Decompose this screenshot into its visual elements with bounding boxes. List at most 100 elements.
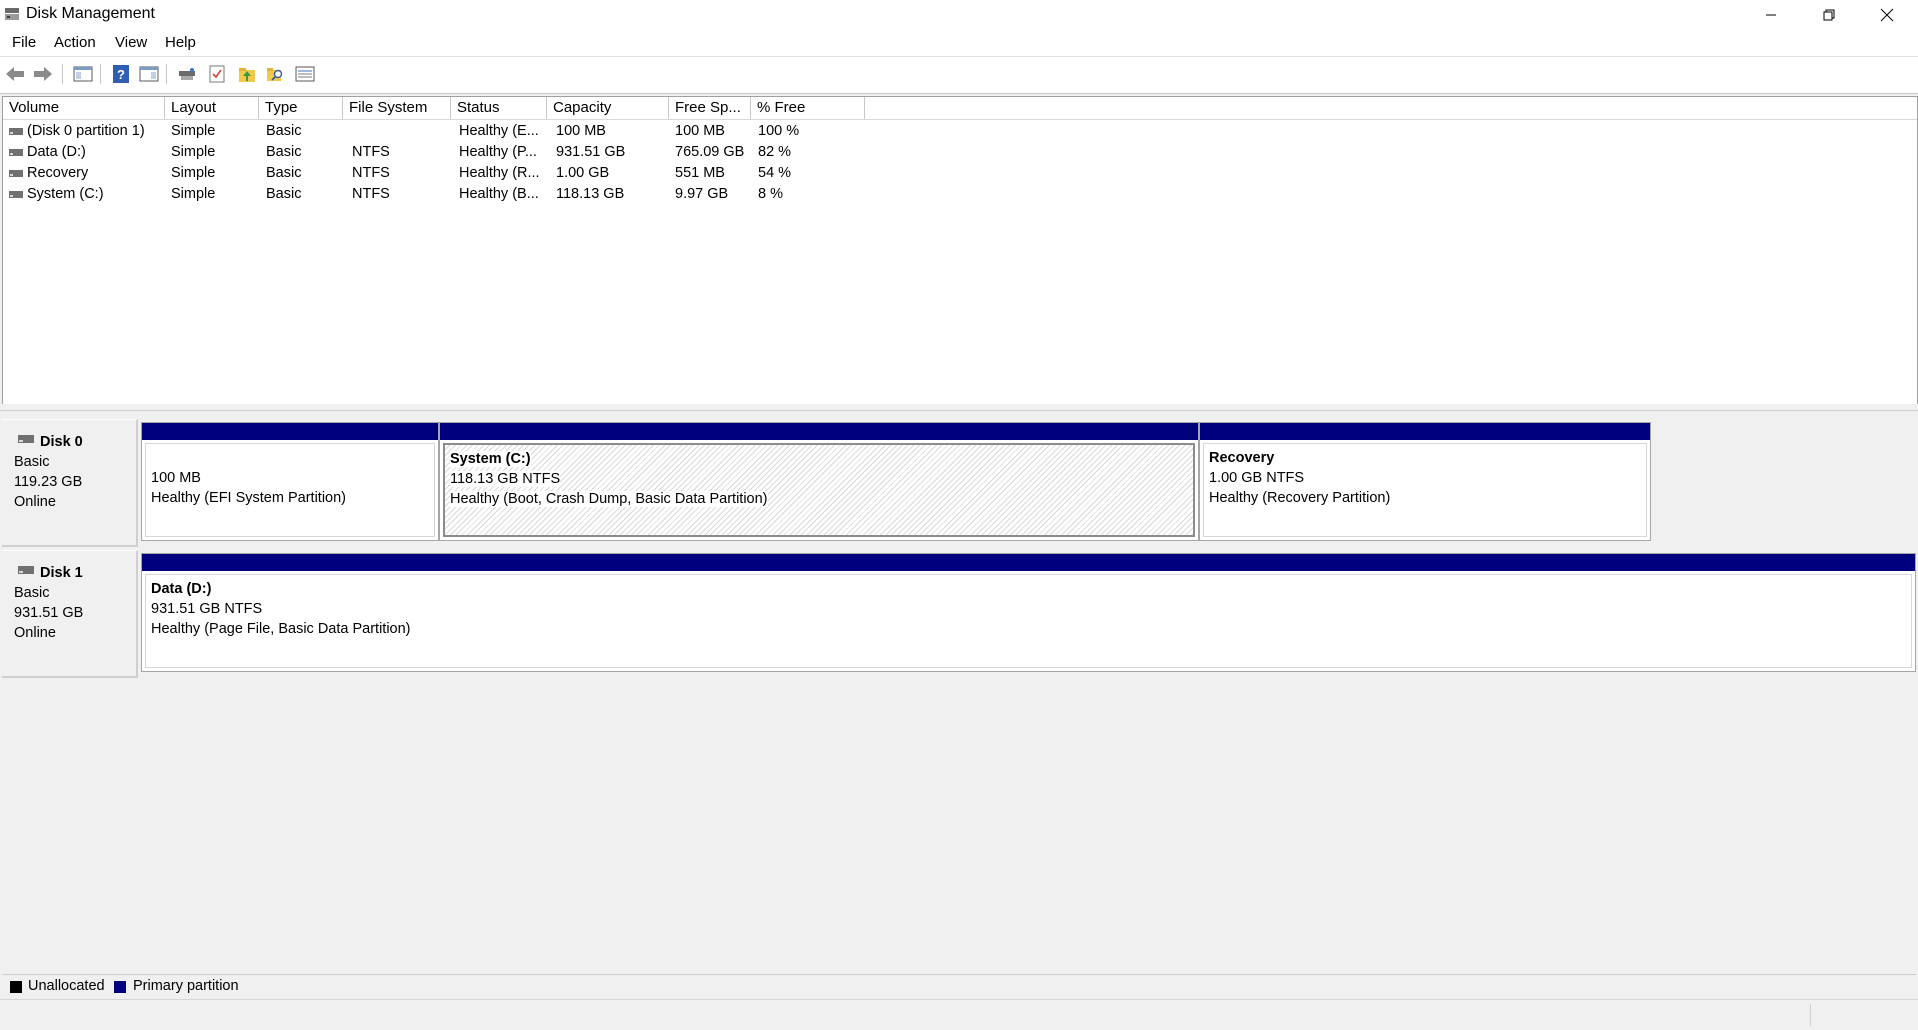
column-header-status[interactable]: Status xyxy=(451,97,547,119)
cell-status: Healthy (P... xyxy=(459,144,537,160)
cell-layout: Simple xyxy=(171,123,216,139)
partition-name xyxy=(151,448,434,468)
pane-splitter[interactable] xyxy=(0,404,1918,411)
column-header-volume[interactable]: Volume xyxy=(3,97,165,119)
cell-free-space: 9.97 GB xyxy=(675,186,729,202)
svg-text:?: ? xyxy=(117,67,125,82)
partition-status: Healthy (EFI System Partition) xyxy=(151,490,346,506)
disk-management-app-icon xyxy=(5,8,19,20)
disk-1-name-row: Disk 1 xyxy=(14,563,136,583)
show-console-tree-button[interactable] xyxy=(72,63,94,85)
cell-capacity: 1.00 GB xyxy=(556,165,610,181)
status-bar xyxy=(0,999,1918,1030)
column-header-percent-free[interactable]: % Free xyxy=(751,97,865,119)
disk-1-info[interactable]: Disk 1 Basic 931.51 GB Online xyxy=(2,550,138,678)
cell-file-system: NTFS xyxy=(352,186,390,202)
volume-list-header: Volume Layout Type File System Status Ca… xyxy=(3,97,1917,120)
table-row[interactable]: Recovery Simple Basic NTFS Healthy (R...… xyxy=(3,163,1917,184)
cell-volume: (Disk 0 partition 1) xyxy=(27,123,145,139)
help-button[interactable]: ? xyxy=(110,63,132,85)
disk-0-size: 119.23 GB xyxy=(14,474,83,490)
forward-button[interactable] xyxy=(32,63,54,85)
disk-graphical-view: Disk 0 Basic 119.23 GB Online 100 MB Hea… xyxy=(2,411,1916,966)
menu-action[interactable]: Action xyxy=(54,34,96,51)
menu-help[interactable]: Help xyxy=(165,34,196,51)
disk-1-size: 931.51 GB xyxy=(14,605,84,621)
partition-data-d[interactable]: Data (D:) 931.51 GB NTFS Healthy (Page F… xyxy=(141,553,1916,672)
cell-type: Basic xyxy=(266,144,302,160)
restore-icon xyxy=(1823,9,1835,21)
cell-layout: Simple xyxy=(171,186,216,202)
partition-system-c[interactable]: System (C:) 118.13 GB NTFS Healthy (Boot… xyxy=(439,422,1199,541)
disk-1-type: Basic xyxy=(14,585,50,601)
cell-volume: Data (D:) xyxy=(27,144,86,160)
legend: Unallocated Primary partition xyxy=(2,974,1916,999)
cell-free-space: 551 MB xyxy=(675,165,725,181)
disk-0-name-row: Disk 0 xyxy=(14,432,136,452)
column-header-layout[interactable]: Layout xyxy=(165,97,259,119)
disk-0-state: Online xyxy=(14,494,56,510)
close-icon xyxy=(1880,8,1894,22)
cell-layout: Simple xyxy=(171,165,216,181)
unallocated-swatch xyxy=(10,981,22,993)
drive-icon xyxy=(9,128,23,135)
search-folder-button[interactable] xyxy=(264,63,286,85)
restore-button[interactable] xyxy=(1800,0,1858,30)
drive-icon xyxy=(9,191,23,198)
partition-size: 118.13 GB NTFS xyxy=(450,471,561,487)
volume-list: Volume Layout Type File System Status Ca… xyxy=(2,96,1918,406)
partition-name: Recovery xyxy=(1209,450,1275,466)
menu-file[interactable]: File xyxy=(12,34,36,51)
disk-1-state: Online xyxy=(14,625,56,641)
cell-capacity: 931.51 GB xyxy=(556,144,626,160)
table-row[interactable]: Data (D:) Simple Basic NTFS Healthy (P..… xyxy=(3,142,1917,163)
partition-status: Healthy (Boot, Crash Dump, Basic Data Pa… xyxy=(450,491,768,507)
console-tree-icon xyxy=(73,66,93,82)
cell-layout: Simple xyxy=(171,144,216,160)
cell-capacity: 118.13 GB xyxy=(556,186,625,202)
cell-free-space: 765.09 GB xyxy=(675,144,745,160)
partition-recovery[interactable]: Recovery 1.00 GB NTFS Healthy (Recovery … xyxy=(1199,422,1651,541)
cell-percent-free: 8 % xyxy=(758,186,783,202)
search-folder-icon xyxy=(267,68,283,81)
menu-bar: File Action View Help xyxy=(0,30,1918,56)
table-row[interactable]: System (C:) Simple Basic NTFS Healthy (B… xyxy=(3,184,1917,205)
status-divider xyxy=(1810,1004,1811,1026)
partition-efi[interactable]: 100 MB Healthy (EFI System Partition) xyxy=(141,422,439,541)
show-action-pane-button[interactable] xyxy=(138,63,160,85)
list-view-button[interactable] xyxy=(294,63,316,85)
disk-icon xyxy=(18,566,34,574)
column-header-type[interactable]: Type xyxy=(259,97,343,119)
cell-status: Healthy (R... xyxy=(459,165,540,181)
column-header-file-system[interactable]: File System xyxy=(343,97,451,119)
checklist-icon xyxy=(209,65,225,83)
cell-type: Basic xyxy=(266,123,302,139)
cell-status: Healthy (B... xyxy=(459,186,539,202)
cell-type: Basic xyxy=(266,165,302,181)
primary-partition-bar xyxy=(142,423,438,440)
partition-name: System (C:) xyxy=(450,451,531,467)
cell-percent-free: 100 % xyxy=(758,123,800,139)
up-folder-button[interactable] xyxy=(236,63,258,85)
list-view-icon xyxy=(295,66,315,82)
menu-view[interactable]: View xyxy=(115,34,147,51)
drive-icon xyxy=(9,170,23,177)
cell-volume: System (C:) xyxy=(27,186,104,202)
column-header-capacity[interactable]: Capacity xyxy=(547,97,669,119)
close-button[interactable] xyxy=(1858,0,1916,30)
check-button[interactable] xyxy=(206,63,228,85)
table-row[interactable]: (Disk 0 partition 1) Simple Basic Health… xyxy=(3,121,1917,142)
back-button[interactable] xyxy=(4,63,26,85)
cell-percent-free: 82 % xyxy=(758,144,792,160)
cell-type: Basic xyxy=(266,186,302,202)
connect-virtual-disk-button[interactable] xyxy=(176,63,198,85)
window-title: Disk Management xyxy=(26,5,155,22)
forward-icon xyxy=(34,67,52,81)
disk-0-info[interactable]: Disk 0 Basic 119.23 GB Online xyxy=(2,419,138,547)
cell-capacity: 100 MB xyxy=(556,123,606,139)
disk-1-name: Disk 1 xyxy=(40,565,83,581)
help-icon: ? xyxy=(113,65,129,83)
minimize-button[interactable] xyxy=(1742,0,1800,30)
disk-icon xyxy=(18,435,34,443)
column-header-free-space[interactable]: Free Sp... xyxy=(669,97,751,119)
